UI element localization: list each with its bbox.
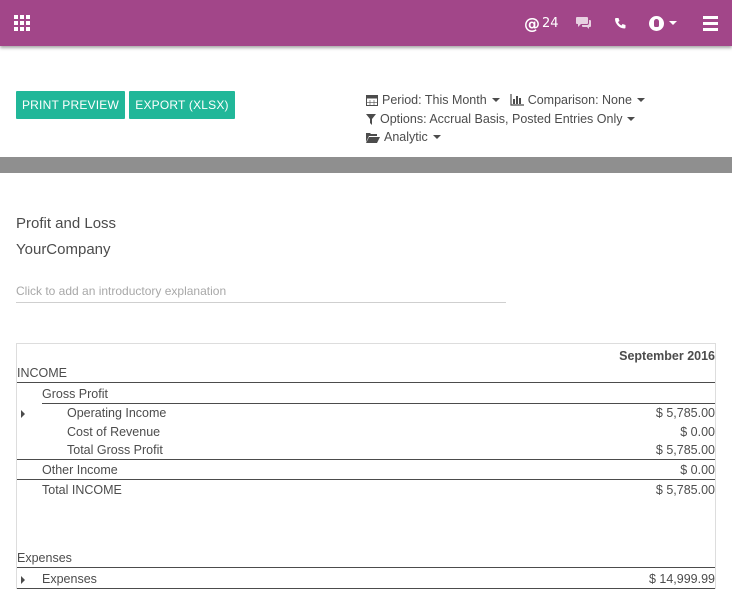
company-name: YourCompany — [16, 241, 111, 258]
row-label: Expenses — [17, 551, 72, 565]
phone-icon — [615, 17, 626, 28]
period-filter[interactable]: Period: This Month — [366, 93, 500, 107]
row-label: Operating Income — [67, 406, 167, 420]
row-amount: $ 5,785.00 — [655, 483, 715, 497]
table-row: INCOME — [17, 364, 715, 383]
funnel-icon — [366, 113, 376, 125]
row-amount: $ 0.00 — [680, 425, 715, 439]
row-amount: $ 14,999.99 — [648, 572, 715, 586]
table-row: Cost of Revenue $ 0.00 — [17, 423, 715, 441]
top-navbar: @ 24 — [0, 0, 732, 46]
report-table: September 2016 INCOME Gross Profit Opera… — [16, 343, 716, 589]
mentions-button[interactable]: @ 24 — [524, 0, 559, 46]
table-row: Total Gross Profit $ 5,785.00 — [17, 441, 715, 460]
folder-open-icon — [366, 132, 380, 143]
calendar-icon — [366, 95, 378, 106]
filter-row: Period: This Month Comparison: None — [366, 91, 645, 109]
analytic-filter[interactable]: Analytic — [366, 128, 441, 146]
table-row: Total INCOME $ 5,785.00 — [17, 481, 715, 499]
row-amount: $ 5,785.00 — [655, 406, 715, 420]
bar-chart-icon — [510, 94, 524, 106]
chat-button[interactable] — [576, 0, 592, 46]
chevron-down-icon — [627, 117, 636, 121]
user-menu[interactable] — [649, 0, 677, 46]
row-label: Other Income — [42, 463, 118, 477]
table-row[interactable]: Operating Income $ 5,785.00 — [17, 404, 715, 422]
row-amount: $ 0.00 — [680, 463, 715, 477]
options-filter[interactable]: Options: Accrual Basis, Posted Entries O… — [366, 110, 636, 128]
report-title: Profit and Loss — [16, 215, 117, 232]
avatar — [649, 15, 664, 31]
comparison-label: Comparison: None — [527, 93, 632, 107]
chevron-down-icon — [432, 135, 441, 139]
menu-icon — [703, 15, 718, 31]
row-label: Cost of Revenue — [67, 425, 161, 439]
apps-grid-icon[interactable] — [14, 15, 32, 31]
caret-right-icon[interactable] — [21, 576, 25, 584]
row-label: Gross Profit — [42, 387, 108, 401]
table-row: Gross Profit — [42, 385, 715, 404]
column-header: September 2016 — [619, 349, 715, 363]
chat-icon — [576, 17, 591, 29]
chevron-down-icon — [669, 21, 677, 25]
comparison-filter[interactable]: Comparison: None — [510, 93, 645, 107]
main-menu-button[interactable] — [703, 0, 718, 46]
print-preview-button[interactable]: PRINT PREVIEW — [16, 91, 125, 119]
table-row[interactable]: Expenses $ 14,999.99 — [17, 570, 715, 589]
table-row: Expenses — [17, 549, 715, 568]
table-row: Other Income $ 0.00 — [17, 461, 715, 480]
chevron-down-icon — [636, 98, 645, 102]
phone-button[interactable] — [614, 0, 627, 46]
chevron-down-icon — [491, 98, 500, 102]
options-label: Options: Accrual Basis, Posted Entries O… — [380, 112, 623, 126]
export-xlsx-button[interactable]: EXPORT (XLSX) — [129, 91, 235, 119]
caret-right-icon[interactable] — [21, 410, 25, 418]
row-amount: $ 5,785.00 — [655, 443, 715, 457]
divider-bar — [0, 157, 732, 173]
analytic-label: Analytic — [384, 130, 428, 144]
row-label: INCOME — [17, 366, 67, 380]
mention-count: 24 — [542, 15, 559, 31]
at-icon: @ — [524, 13, 540, 33]
row-label: Total INCOME — [42, 483, 122, 497]
period-label: Period: This Month — [382, 93, 487, 107]
intro-explanation-field[interactable]: Click to add an introductory explanation — [16, 284, 506, 303]
row-label: Total Gross Profit — [67, 443, 163, 457]
row-label: Expenses — [42, 572, 97, 586]
